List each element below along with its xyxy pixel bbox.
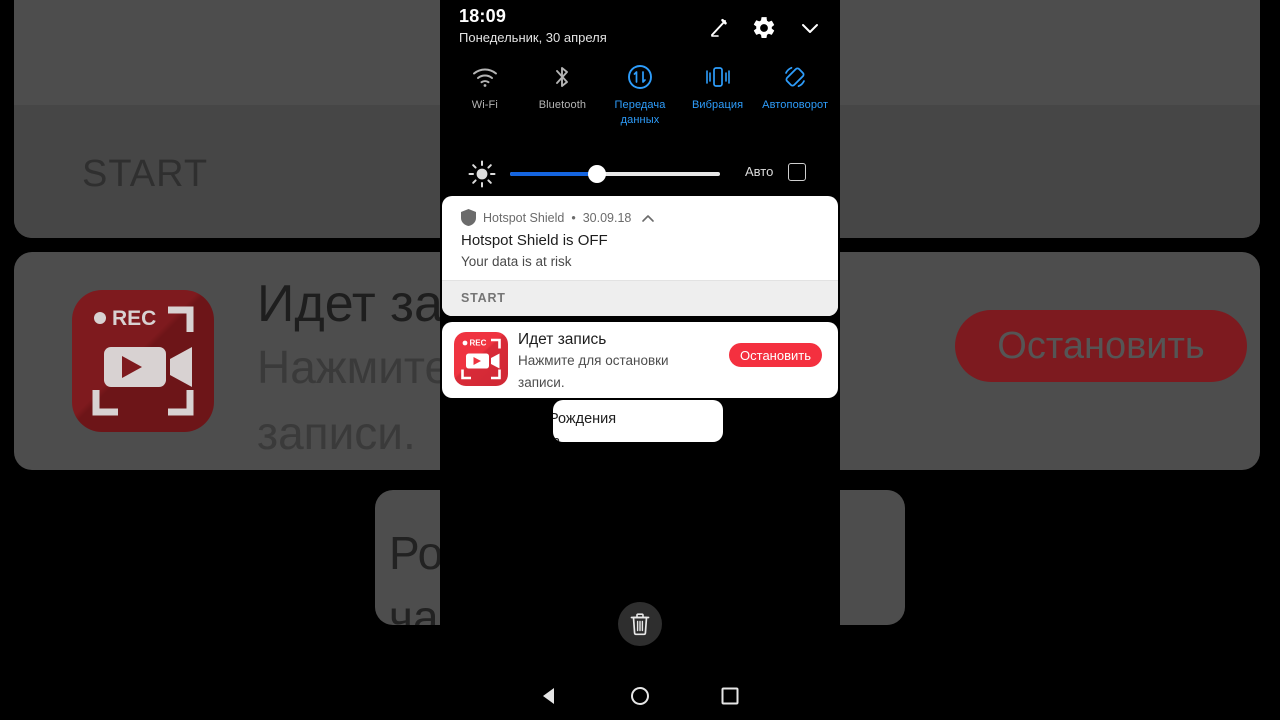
- notification-title: Hotspot Shield is OFF: [461, 232, 608, 249]
- notification-partial-line-1: Рождения: [553, 411, 617, 427]
- clear-all-button[interactable]: [618, 602, 662, 646]
- quick-tile-vibration[interactable]: Вибрация: [679, 62, 757, 113]
- gear-icon[interactable]: [750, 14, 778, 42]
- notification-app-name: Hotspot Shield: [483, 210, 565, 225]
- notification-shade-panel: 18:09 Понедельник, 30 апреля Wi-Fi Bluet…: [440, 0, 840, 720]
- background-third-line2: ча: [389, 591, 439, 625]
- bluetooth-icon: [551, 62, 573, 92]
- nav-home-button[interactable]: [626, 682, 654, 710]
- quick-tile-wifi[interactable]: Wi-Fi: [446, 62, 524, 113]
- vibration-icon: [703, 62, 733, 92]
- nav-back-button[interactable]: [536, 682, 564, 710]
- brightness-slider-thumb[interactable]: [588, 165, 606, 183]
- chevron-down-icon[interactable]: [796, 14, 824, 42]
- brightness-slider[interactable]: [510, 165, 720, 183]
- notification-body-line-1: Нажмите для остановки: [518, 353, 669, 368]
- brightness-row: Авто: [440, 156, 840, 192]
- background-rec-title: Идет за: [257, 275, 443, 333]
- notification-body: Your data is at risk: [461, 254, 572, 269]
- brightness-slider-fill: [510, 172, 597, 176]
- wifi-icon: [472, 62, 498, 92]
- quick-tile-label: Bluetooth: [538, 99, 587, 111]
- background-hotspot-start-label: START: [82, 153, 209, 195]
- auto-brightness-label: Авто: [745, 164, 774, 179]
- status-date: Понедельник, 30 апреля: [459, 30, 607, 45]
- quick-tile-label: Автоповорот: [762, 99, 829, 111]
- circle-home-icon: [631, 687, 649, 705]
- nav-recents-button[interactable]: [716, 682, 744, 710]
- background-rec-line1: Нажмите: [257, 341, 451, 393]
- notification-header: Hotspot Shield • 30.09.18: [461, 209, 655, 226]
- quick-tile-label: Wi-Fi: [471, 99, 498, 111]
- svg-text:REC: REC: [470, 339, 487, 348]
- quick-tile-auto-rotate[interactable]: Автоповорот: [756, 62, 834, 113]
- svg-text:REC: REC: [112, 307, 156, 330]
- status-clock: 18:09: [459, 6, 507, 26]
- shield-icon: [461, 209, 476, 226]
- pencil-icon[interactable]: [706, 14, 734, 42]
- notification-actions: START: [442, 280, 838, 316]
- start-button[interactable]: START: [461, 291, 506, 305]
- trash-icon: [630, 613, 650, 636]
- notification-body-line-2: записи.: [518, 375, 565, 390]
- quick-settings-row: Wi-Fi Bluetooth Передача данных Вибрация…: [440, 62, 840, 150]
- data-transfer-icon: [626, 62, 654, 92]
- stop-recording-button[interactable]: Остановить: [729, 343, 822, 367]
- notification-separator: •: [571, 210, 576, 225]
- notification-title: Идет запись: [518, 331, 607, 348]
- background-rec-stop-button: Остановить: [955, 310, 1247, 382]
- notification-timestamp: 30.09.18: [582, 210, 632, 225]
- quick-tile-data-transfer[interactable]: Передача данных: [601, 62, 679, 128]
- rec-camera-icon: REC: [454, 332, 508, 386]
- triangle-back-icon: [543, 688, 554, 704]
- quick-tile-label: Передача данных: [614, 99, 666, 126]
- auto-rotate-icon: [781, 62, 809, 92]
- auto-brightness-checkbox[interactable]: [788, 163, 806, 181]
- background-rec-line2: записи.: [257, 407, 416, 459]
- screen: Your data is at risk START REC Идет за: [0, 0, 1280, 720]
- notification-screen-recorder[interactable]: REC Идет запись Нажмите для остановки за…: [442, 322, 838, 398]
- square-recents-icon: [721, 687, 739, 705]
- background-rec-camera-icon: REC: [72, 290, 214, 432]
- clear-all-area: [440, 440, 840, 670]
- chevron-up-icon[interactable]: [641, 211, 655, 225]
- notification-hotspot-shield[interactable]: Hotspot Shield • 30.09.18 Hotspot Shield…: [442, 196, 838, 316]
- notification-partial-line-2: ia: [553, 434, 561, 442]
- shade-header: 18:09 Понедельник, 30 апреля: [440, 0, 840, 58]
- notification-partial[interactable]: Рождения ia: [553, 400, 723, 442]
- quick-tile-bluetooth[interactable]: Bluetooth: [524, 62, 602, 113]
- brightness-sun-icon: [468, 160, 496, 188]
- navigation-bar: [0, 672, 1280, 720]
- quick-tile-label: Вибрация: [691, 99, 744, 111]
